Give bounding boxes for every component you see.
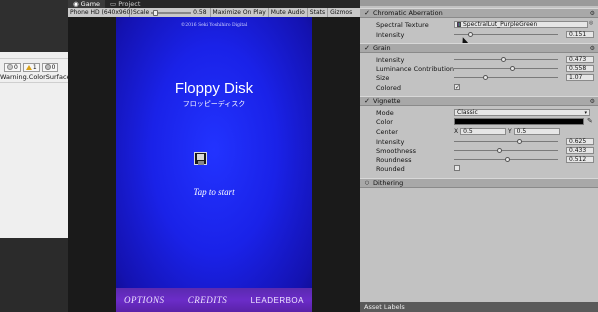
slider-knob[interactable] <box>496 147 502 153</box>
prop-spectral-texture: Spectral Texture SpectralLut_PurpleGreen… <box>376 20 594 29</box>
chromatic-intensity-value[interactable]: 0.151 <box>566 31 594 38</box>
object-picker-icon[interactable]: ◎ <box>589 20 593 26</box>
bottom-menu-band: OPTIONS CREDITS LEADERBOA <box>116 288 312 312</box>
gear-icon[interactable]: ⚙ <box>590 45 595 52</box>
center-x-field[interactable]: X 0.5 <box>454 128 507 135</box>
hierarchy-area <box>0 0 68 52</box>
copyright-text: ©2016 Seki Yoshihiro Digital <box>180 23 248 28</box>
asset-labels-bar[interactable]: Asset Labels <box>360 302 598 312</box>
grain-size-value[interactable]: 1.07 <box>566 74 594 81</box>
game-subtitle: フロッピーディスク <box>182 100 246 108</box>
prop-colored: Colored ✓ <box>376 83 461 92</box>
scale-slider[interactable] <box>151 9 192 16</box>
folder-icon: ▭ <box>110 0 117 8</box>
grain-intensity-value[interactable]: 0.473 <box>566 56 594 63</box>
section-vignette[interactable]: ✓ Vignette ⚙ <box>360 96 598 106</box>
options-link[interactable]: OPTIONS <box>124 295 165 305</box>
slider-knob[interactable] <box>509 65 515 71</box>
scale-control[interactable]: Scale 0.58 <box>130 8 211 17</box>
error-counter[interactable]: 0 <box>41 62 59 72</box>
chromatic-intensity-slider[interactable] <box>454 31 558 37</box>
console-warning-line[interactable]: Warning.ColorSurface <box>0 73 68 81</box>
game-icon: ◉ <box>73 0 79 8</box>
section-chromatic-aberration[interactable]: ✓ Chromatic Aberration ⚙ <box>360 8 598 18</box>
luminance-value[interactable]: 0.558 <box>566 65 594 72</box>
slider-knob[interactable] <box>505 156 511 162</box>
inspector-panel: ✓ Chromatic Aberration ⚙ Spectral Textur… <box>360 0 598 312</box>
info-icon <box>7 64 13 70</box>
floppy-disk-icon <box>194 152 207 165</box>
grain-intensity-slider[interactable] <box>454 56 558 62</box>
prop-smoothness: Smoothness 0.433 <box>360 146 598 155</box>
chromatic-enabled-checkbox[interactable]: ✓ <box>364 9 370 17</box>
smoothness-slider[interactable] <box>454 147 558 153</box>
left-panel: 0 1 0 Warning.ColorSurface <box>0 0 68 312</box>
info-counter[interactable]: 0 <box>4 62 21 72</box>
resolution-dropdown[interactable]: Phone HD (640x960) <box>68 8 133 17</box>
rounded-checkbox[interactable] <box>454 165 460 171</box>
game-tabs: ◉ Game ▭ Project <box>68 0 360 8</box>
prop-rounded: Rounded <box>360 164 598 173</box>
gear-icon[interactable]: ⚙ <box>590 98 595 105</box>
roundness-slider[interactable] <box>454 156 558 162</box>
grain-size-slider[interactable] <box>454 74 558 80</box>
console-divider <box>0 82 68 83</box>
scale-slider-knob[interactable] <box>153 9 159 16</box>
gear-icon[interactable]: ⚙ <box>590 10 595 17</box>
gizmos-dropdown[interactable]: Gizmos <box>328 8 354 17</box>
vignette-color-field[interactable] <box>454 118 584 125</box>
mute-audio-toggle[interactable]: Mute Audio <box>269 8 308 17</box>
section-dithering[interactable]: ○ Dithering <box>360 178 598 188</box>
texture-swatch-icon <box>457 22 461 27</box>
prop-vignette-center: Center X 0.5 Y 0.5 <box>360 127 598 136</box>
center-y-field[interactable]: Y 0.5 <box>508 128 560 135</box>
stats-toggle[interactable]: Stats <box>308 8 329 17</box>
section-grain[interactable]: ✓ Grain ⚙ <box>360 43 598 53</box>
vignette-mode-dropdown[interactable]: Classic ▾ <box>454 109 590 116</box>
prop-roundness: Roundness 0.512 <box>360 155 598 164</box>
prop-chromatic-intensity: Intensity 0.151 <box>360 30 598 39</box>
tap-to-start-label[interactable]: Tap to start <box>116 187 312 197</box>
slider-knob[interactable] <box>516 138 522 144</box>
luminance-slider[interactable] <box>454 65 558 71</box>
chevron-down-icon: ▾ <box>584 110 587 116</box>
console-counters: 0 1 0 <box>0 62 68 72</box>
grain-enabled-checkbox[interactable]: ✓ <box>364 44 370 52</box>
vignette-enabled-checkbox[interactable]: ✓ <box>364 97 370 105</box>
console-divider <box>0 58 68 59</box>
warning-counter[interactable]: 1 <box>22 62 40 72</box>
slider-knob[interactable] <box>483 74 489 80</box>
prop-grain-intensity: Intensity 0.473 <box>360 55 598 64</box>
prop-grain-size: Size 1.07 <box>360 73 598 82</box>
spectral-texture-field[interactable]: SpectralLut_PurpleGreen <box>454 21 588 28</box>
leaderboard-link[interactable]: LEADERBOA <box>251 296 304 305</box>
smoothness-value[interactable]: 0.433 <box>566 147 594 154</box>
prop-luminance-contribution: Luminance Contribution 0.558 <box>360 64 598 73</box>
warning-icon <box>25 64 32 70</box>
tab-project[interactable]: ▭ Project <box>105 0 145 8</box>
tab-game[interactable]: ◉ Game <box>68 0 106 8</box>
prop-vignette-intensity: Intensity 0.625 <box>360 137 598 146</box>
dithering-toggle[interactable]: ○ <box>364 180 370 186</box>
left-bottom-panel <box>0 238 68 312</box>
slider-knob[interactable] <box>501 56 507 62</box>
slider-knob[interactable] <box>467 31 473 37</box>
game-screen[interactable]: ©2016 Seki Yoshihiro Digital Floppy Disk… <box>116 17 312 312</box>
game-toolbar: Phone HD (640x960) Scale 0.58 Maximize O… <box>68 8 360 17</box>
prop-vignette-color: Color ✎ <box>376 117 593 126</box>
credits-link[interactable]: CREDITS <box>188 295 228 305</box>
prop-vignette-mode: Mode Classic ▾ <box>360 108 598 117</box>
inspector-top-strip <box>360 0 598 6</box>
game-area: ©2016 Seki Yoshihiro Digital Floppy Disk… <box>68 17 360 312</box>
error-icon <box>44 64 51 70</box>
game-view: ◉ Game ▭ Project Phone HD (640x960) Scal… <box>68 0 360 312</box>
vignette-intensity-value[interactable]: 0.625 <box>566 138 594 145</box>
game-title: Floppy Disk <box>174 80 254 97</box>
vignette-intensity-slider[interactable] <box>454 138 558 144</box>
colored-checkbox[interactable]: ✓ <box>454 84 460 91</box>
roundness-value[interactable]: 0.512 <box>566 156 594 163</box>
maximize-on-play-toggle[interactable]: Maximize On Play <box>211 8 269 17</box>
eyedropper-icon[interactable]: ✎ <box>587 117 593 125</box>
